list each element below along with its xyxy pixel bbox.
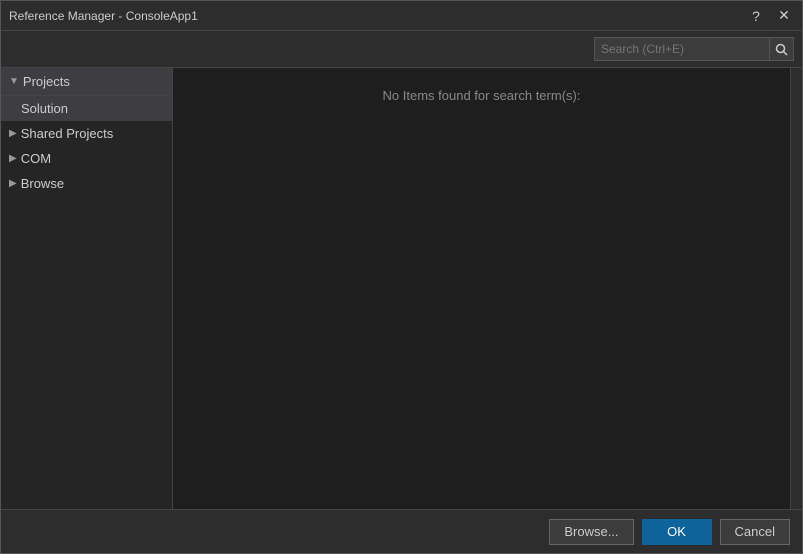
window-title: Reference Manager - ConsoleApp1 — [9, 9, 198, 23]
sidebar-projects-header[interactable]: ▼ Projects — [1, 68, 172, 96]
search-bar — [1, 31, 802, 68]
search-icon — [775, 43, 788, 56]
help-button[interactable]: ? — [746, 6, 766, 26]
com-chevron-icon: ▶ — [9, 153, 17, 164]
main-content: ▼ Projects Solution ▶ Shared Projects ▶ … — [1, 31, 802, 509]
sidebar-item-shared-projects[interactable]: ▶ Shared Projects — [1, 121, 172, 146]
projects-chevron-icon: ▼ — [9, 76, 19, 87]
title-bar-controls: ? ✕ — [746, 6, 794, 26]
sidebar-com-label: COM — [21, 151, 51, 166]
footer: Browse... OK Cancel — [1, 509, 802, 553]
title-bar: Reference Manager - ConsoleApp1 ? ✕ — [1, 1, 802, 31]
search-container — [594, 37, 794, 61]
shared-projects-chevron-icon: ▶ — [9, 128, 17, 139]
body-area: ▼ Projects Solution ▶ Shared Projects ▶ … — [1, 68, 802, 509]
sidebar-shared-projects-label: Shared Projects — [21, 126, 114, 141]
search-input[interactable] — [595, 38, 769, 60]
ok-button[interactable]: OK — [642, 519, 712, 545]
empty-message: No Items found for search term(s): — [383, 88, 581, 103]
sidebar-item-com[interactable]: ▶ COM — [1, 146, 172, 171]
sidebar-projects-label: Projects — [23, 74, 70, 89]
close-button[interactable]: ✕ — [774, 6, 794, 26]
content-area: No Items found for search term(s): — [173, 68, 790, 509]
right-scroll-panel — [790, 68, 802, 509]
reference-manager-window: Reference Manager - ConsoleApp1 ? ✕ — [0, 0, 803, 554]
sidebar-browse-label: Browse — [21, 176, 64, 191]
sidebar-item-browse[interactable]: ▶ Browse — [1, 171, 172, 196]
browse-chevron-icon: ▶ — [9, 178, 17, 189]
sidebar-item-solution[interactable]: Solution — [1, 96, 172, 121]
search-button[interactable] — [769, 38, 793, 60]
cancel-button[interactable]: Cancel — [720, 519, 790, 545]
sidebar: ▼ Projects Solution ▶ Shared Projects ▶ … — [1, 68, 173, 509]
browse-button[interactable]: Browse... — [549, 519, 633, 545]
sidebar-solution-label: Solution — [21, 101, 68, 116]
